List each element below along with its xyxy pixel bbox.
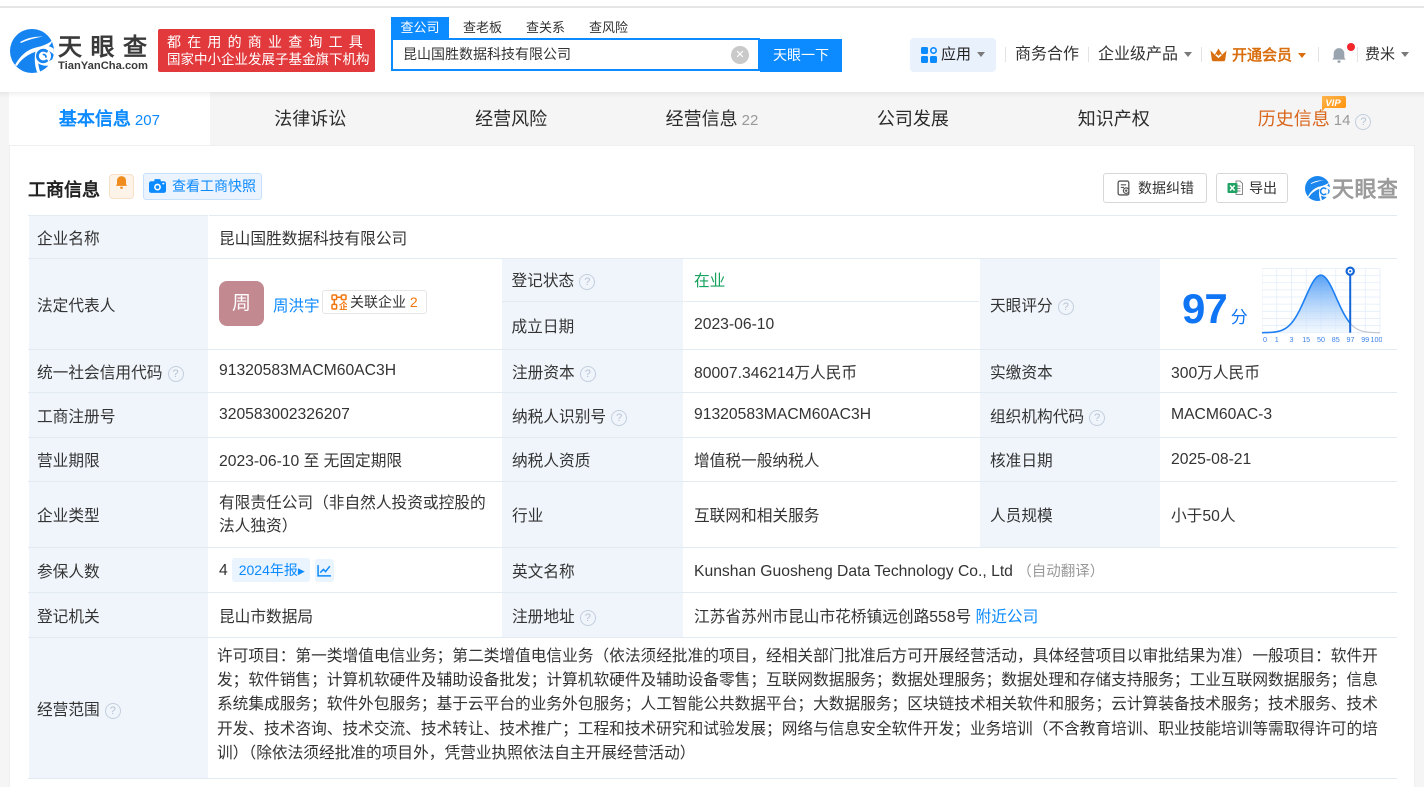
svg-text:VIP: VIP (1326, 97, 1342, 108)
svg-text:1: 1 (1275, 335, 1279, 344)
svg-text:85: 85 (1332, 335, 1340, 344)
svg-text:100: 100 (1371, 335, 1383, 344)
svg-text:15: 15 (1302, 335, 1310, 344)
svg-text:50: 50 (1317, 335, 1325, 344)
svg-text:0: 0 (1263, 335, 1267, 344)
svg-text:99: 99 (1361, 335, 1369, 344)
svg-text:97: 97 (1347, 335, 1355, 344)
svg-text:企: 企 (338, 301, 347, 311)
svg-text:3: 3 (1290, 335, 1294, 344)
svg-text:天眼查: 天眼查 (1332, 177, 1397, 201)
